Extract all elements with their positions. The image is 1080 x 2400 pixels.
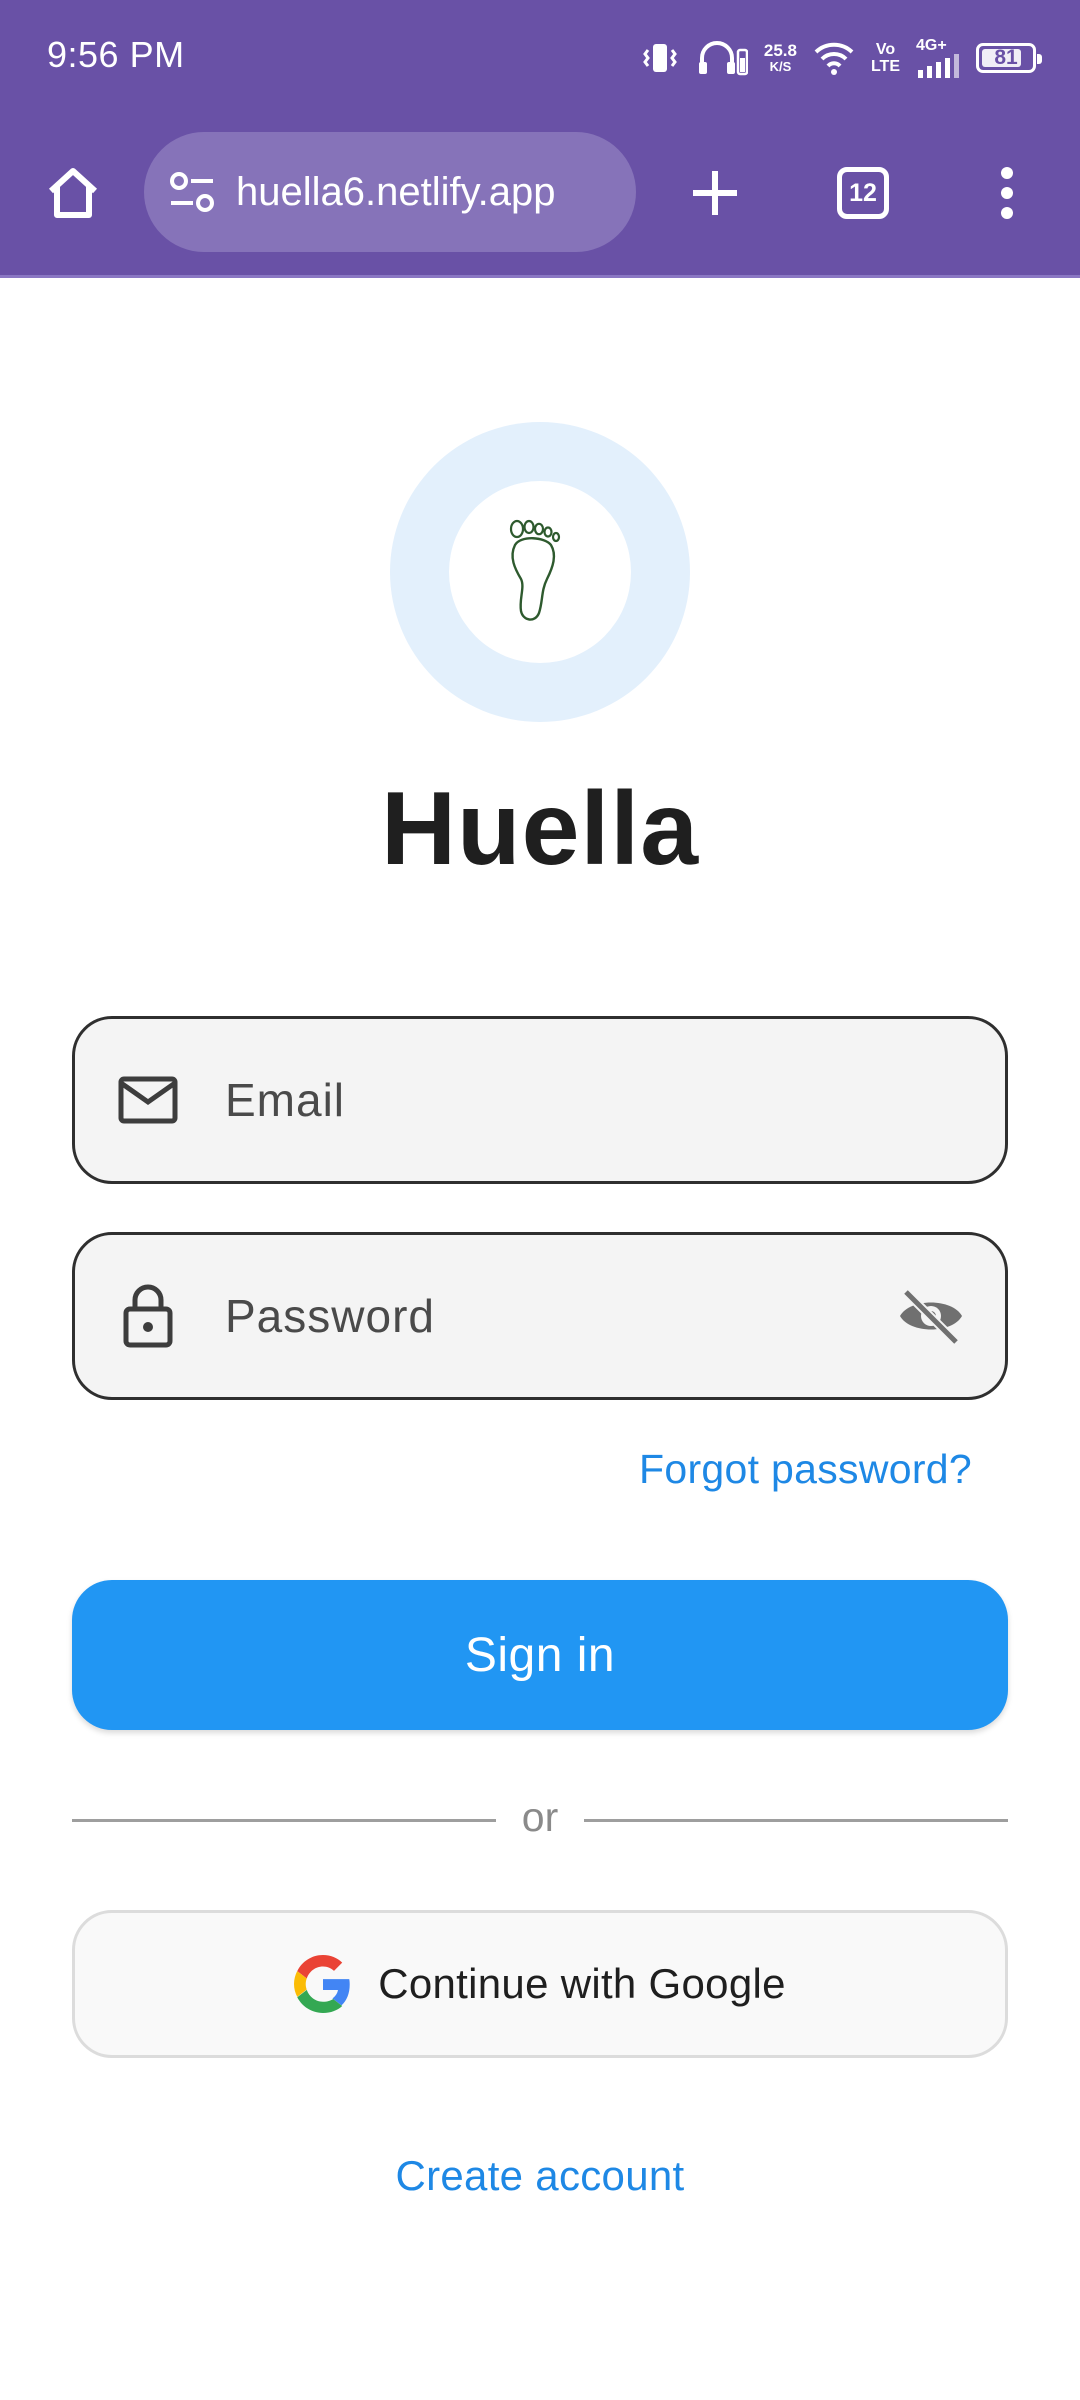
email-field[interactable] (72, 1016, 1008, 1184)
cellular-signal-icon: 4G+ (916, 38, 960, 78)
browser-toolbar: huella6.netlify.app 12 (0, 112, 1080, 272)
password-input[interactable] (223, 1266, 893, 1366)
network-type: 4G+ (916, 37, 947, 54)
tab-switcher-button[interactable]: 12 (822, 152, 904, 234)
app-title: Huella (380, 771, 700, 887)
status-time: 9:56 PM (47, 34, 185, 75)
tabs-icon: 12 (837, 167, 889, 219)
url-text[interactable]: huella6.netlify.app (236, 170, 556, 215)
divider-line-right (584, 1819, 1008, 1822)
browser-chrome: 9:56 PM 25.8 K/S Vo LTE 4G+ 81 huella6.n… (0, 0, 1080, 278)
network-speed-unit: K/S (769, 59, 792, 74)
footprint-icon (509, 519, 561, 621)
headphones-icon (696, 38, 748, 78)
new-tab-button[interactable] (674, 152, 756, 234)
password-field[interactable] (72, 1232, 1008, 1400)
network-speed-value: 25.8 (763, 41, 797, 60)
google-button-label: Continue with Google (378, 1960, 786, 2007)
volte-indicator: Vo LTE (871, 41, 900, 75)
browser-menu-button[interactable] (966, 152, 1048, 234)
google-sign-in-button[interactable]: Continue with Google (72, 1910, 1008, 2058)
plus-icon (693, 171, 737, 215)
email-input[interactable] (223, 1050, 1005, 1150)
network-speed: 25.8 K/S (764, 42, 797, 74)
wifi-icon (813, 40, 855, 76)
divider-or: or (521, 1794, 559, 1840)
address-bar[interactable]: huella6.netlify.app (144, 132, 636, 252)
forgot-password-link[interactable]: Forgot password? (639, 1446, 972, 1493)
lock-icon (113, 1281, 183, 1351)
google-icon (294, 1955, 352, 2013)
home-button[interactable] (32, 152, 114, 234)
visibility-off-icon[interactable] (893, 1278, 969, 1354)
home-icon (48, 168, 98, 218)
mail-icon (113, 1065, 183, 1135)
logo-inner-circle (449, 481, 631, 663)
sign-in-button[interactable]: Sign in (72, 1580, 1008, 1730)
volte-line1: Vo (875, 41, 896, 58)
app-logo (390, 422, 690, 722)
vibrate-icon (640, 38, 680, 78)
more-vert-icon (1001, 167, 1013, 219)
battery-icon: 81 (976, 43, 1042, 73)
status-icons: 25.8 K/S Vo LTE 4G+ 81 (640, 30, 1042, 86)
site-settings-icon[interactable] (166, 166, 218, 218)
divider-line-left (72, 1819, 496, 1822)
battery-level: 81 (994, 46, 1018, 69)
create-account-link[interactable]: Create account (0, 2152, 1080, 2200)
tab-count: 12 (849, 178, 877, 207)
status-bar: 9:56 PM 25.8 K/S Vo LTE 4G+ 81 (0, 0, 1080, 112)
volte-line2: LTE (870, 58, 900, 75)
